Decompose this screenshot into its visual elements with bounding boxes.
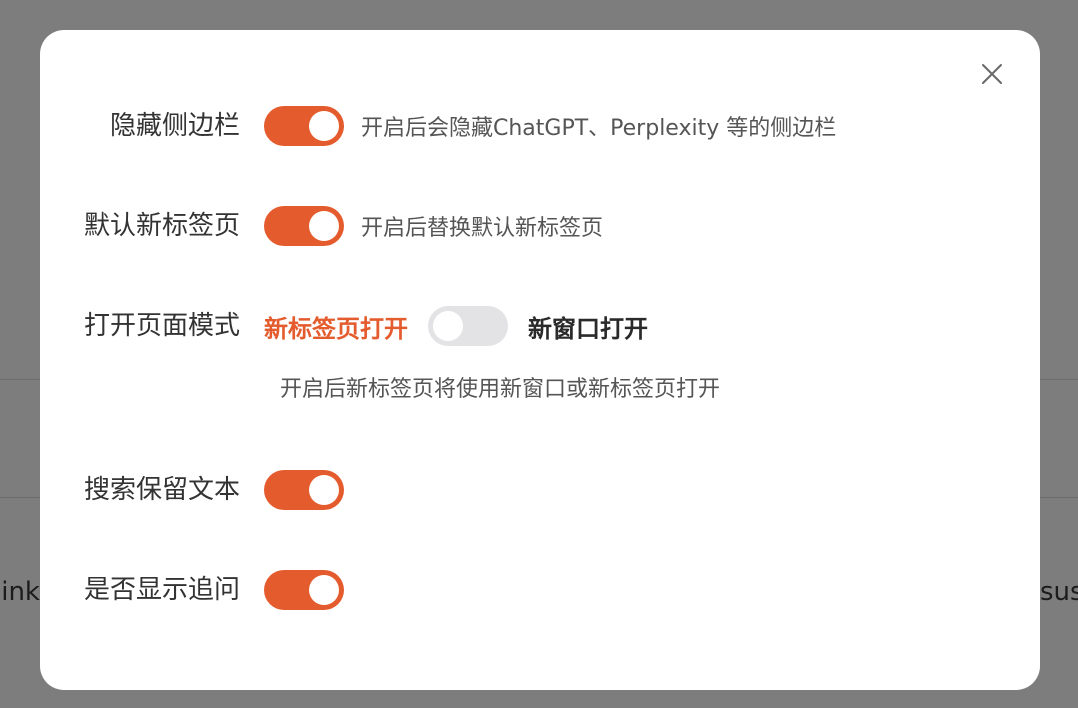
background-text: hink [0,577,40,607]
setting-row-default-new-tab: 默认新标签页 开启后替换默认新标签页 [40,206,603,246]
settings-dialog: 隐藏侧边栏 开启后会隐藏ChatGPT、Perplexity 等的侧边栏 默认新… [40,30,1040,690]
mode-option-new-tab: 新标签页打开 [264,314,408,343]
setting-label: 默认新标签页 [83,211,240,241]
toggle-knob [309,475,339,505]
open-page-mode-toggle[interactable] [428,306,508,346]
toggle-knob [309,111,339,141]
setting-description: 开启后新标签页将使用新窗口或新标签页打开 [280,377,721,402]
close-button[interactable] [978,60,1006,88]
toggle-knob [309,211,339,241]
show-follow-up-toggle[interactable] [264,570,344,610]
keep-search-text-toggle[interactable] [264,470,344,510]
setting-label: 打开页面模式 [83,311,240,341]
background-text-fragment: sus [1040,574,1078,610]
setting-row-open-page-mode: 打开页面模式 新标签页打开 新窗口打开 [40,306,648,346]
setting-label: 是否显示追问 [83,575,240,605]
setting-label: 隐藏侧边栏 [109,111,240,141]
setting-row-show-follow-up: 是否显示追问 [40,570,344,610]
background-text: sus [1040,577,1078,607]
toggle-knob [433,311,463,341]
setting-row-hide-sidebar: 隐藏侧边栏 开启后会隐藏ChatGPT、Perplexity 等的侧边栏 [40,106,836,146]
setting-row-keep-search-text: 搜索保留文本 [40,470,344,510]
setting-description: 开启后替换默认新标签页 [361,216,604,241]
background-text-fragment: hink [0,574,40,610]
mode-option-new-window: 新窗口打开 [528,314,648,343]
toggle-knob [309,575,339,605]
setting-description: 开启后会隐藏ChatGPT、Perplexity 等的侧边栏 [361,116,837,141]
close-icon [982,64,1002,84]
setting-label: 搜索保留文本 [83,475,240,505]
default-new-tab-toggle[interactable] [264,206,344,246]
hide-sidebar-toggle[interactable] [264,106,344,146]
